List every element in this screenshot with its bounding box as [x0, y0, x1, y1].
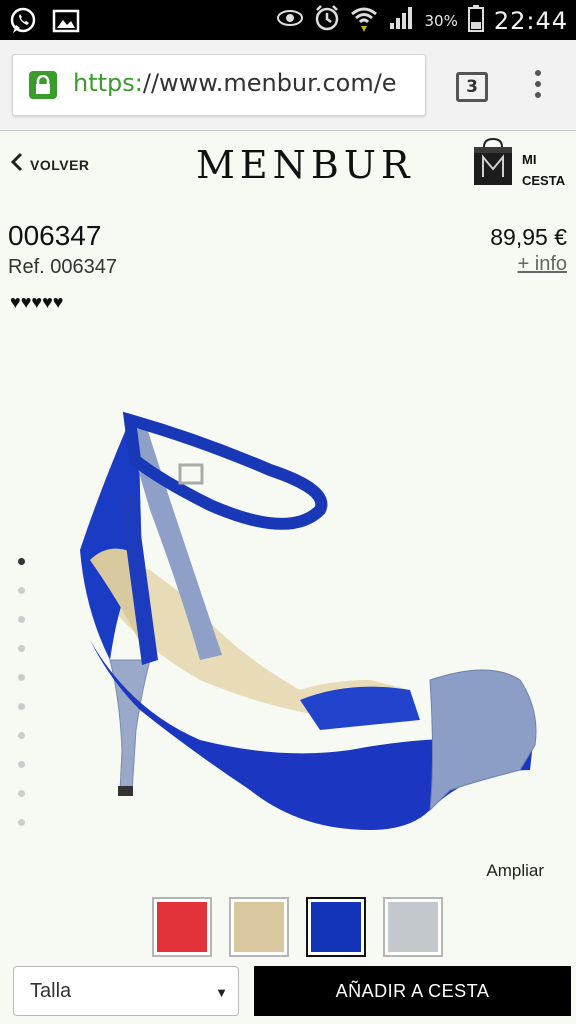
- more-info-link[interactable]: + info: [518, 253, 567, 276]
- dropdown-arrow-icon: ▼: [215, 985, 228, 1000]
- gallery-dot[interactable]: [18, 732, 25, 739]
- eye-icon: [276, 8, 304, 33]
- color-swatch-gold[interactable]: [229, 897, 289, 957]
- gallery-dot[interactable]: [18, 819, 25, 826]
- whatsapp-icon: [8, 6, 38, 41]
- gallery-dot[interactable]: [18, 761, 25, 768]
- gallery-dot[interactable]: [18, 703, 25, 710]
- back-button[interactable]: VOLVER: [10, 151, 90, 178]
- tabs-button[interactable]: 3: [456, 72, 488, 102]
- notification-icons: [8, 6, 80, 41]
- product-reference: Ref. 006347: [8, 256, 117, 278]
- size-select[interactable]: Talla ▼: [13, 966, 239, 1016]
- product-title: 006347: [8, 220, 102, 251]
- color-swatch-fill: [388, 902, 438, 952]
- size-select-label: Talla: [30, 980, 72, 1002]
- browser-toolbar: https://www.menbur.com/e 3: [0, 40, 576, 131]
- status-bar: 30% 22:44: [0, 0, 576, 40]
- wifi-icon: [350, 4, 378, 37]
- url-scheme: https:: [73, 69, 143, 97]
- url-path: //www.menbur.com/e: [142, 69, 397, 97]
- cart-label: MI CESTA: [522, 149, 576, 191]
- back-label: VOLVER: [30, 156, 90, 173]
- gallery-dot[interactable]: [18, 616, 25, 623]
- gallery-dot[interactable]: [18, 674, 25, 681]
- color-swatch-fill: [234, 902, 284, 952]
- color-swatch-red[interactable]: [152, 897, 212, 957]
- color-swatch-fill: [311, 902, 361, 952]
- rating-hearts: ♥♥♥♥♥: [10, 292, 64, 312]
- clock: 22:44: [493, 6, 568, 35]
- shopping-bag-icon: [474, 137, 512, 185]
- color-swatches: [152, 897, 443, 957]
- gallery-dot[interactable]: [18, 587, 25, 594]
- alarm-icon: [314, 4, 340, 37]
- signal-icon: [388, 5, 414, 36]
- battery-percent: 30%: [424, 11, 458, 30]
- cart-label-line2: CESTA: [522, 173, 566, 188]
- zoom-button[interactable]: Ampliar: [486, 861, 544, 881]
- gallery-pagination: [18, 558, 30, 848]
- color-swatch-blue[interactable]: [306, 897, 366, 957]
- product-image[interactable]: [50, 390, 550, 840]
- gallery-dot[interactable]: [18, 645, 25, 652]
- system-icons: 30% 22:44: [276, 4, 568, 37]
- address-bar[interactable]: https://www.menbur.com/e: [12, 54, 426, 116]
- add-to-cart-button[interactable]: AÑADIR A CESTA: [254, 966, 571, 1016]
- gallery-icon: [52, 8, 80, 39]
- battery-icon: [467, 4, 484, 37]
- chevron-left-icon: [10, 151, 24, 178]
- product-price: 89,95 €: [490, 224, 567, 250]
- overflow-menu-icon[interactable]: [530, 70, 546, 100]
- lock-icon: [29, 71, 57, 99]
- site-header: VOLVER MENBUR MI CESTA: [0, 131, 576, 201]
- gallery-dot[interactable]: [18, 790, 25, 797]
- gallery-dot[interactable]: [18, 558, 25, 565]
- color-swatch-fill: [157, 902, 207, 952]
- color-swatch-silver[interactable]: [383, 897, 443, 957]
- url-text: https://www.menbur.com/e: [73, 69, 397, 97]
- cart-label-line1: MI: [522, 152, 537, 167]
- brand-logo[interactable]: MENBUR: [196, 143, 414, 187]
